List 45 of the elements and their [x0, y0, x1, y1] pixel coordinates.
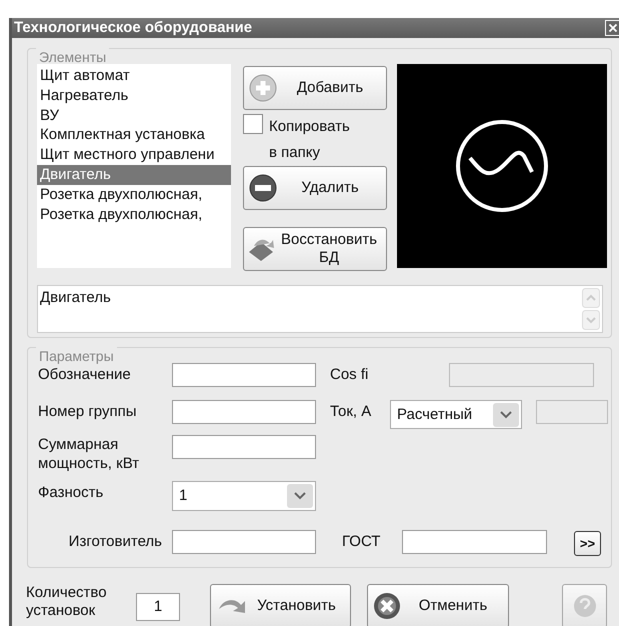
delete-button[interactable]: Удалить [243, 166, 387, 210]
manufacturer-field[interactable] [172, 530, 316, 554]
scroll-up-icon[interactable] [582, 288, 600, 308]
count-label: Количество установок [26, 584, 108, 620]
field-label: Обозначение [38, 365, 132, 384]
phases-dropdown[interactable]: 1 [172, 481, 316, 511]
field-label: Cos fi [329, 365, 370, 384]
cancel-button[interactable]: Отменить [367, 584, 509, 626]
field-label: Номер группы [38, 402, 138, 421]
field-label: Суммарная мощность, кВт [38, 435, 140, 473]
install-button[interactable]: Установить [210, 584, 351, 626]
name-text: Двигатель [39, 288, 112, 308]
restore-button[interactable]: Восстановить БД [243, 227, 387, 271]
close-button[interactable] [605, 20, 619, 36]
elements-listbox[interactable]: Щит автомат Нагреватель ВУ Комплектная установка Щит местного управлени Двигатель Розетка двухполюсная, Розетка двухполюсная, [37, 64, 231, 268]
copy-checkbox[interactable] [243, 114, 263, 134]
field-label: Фазность [38, 483, 104, 502]
list-item[interactable]: Двигатель [37, 164, 231, 185]
field-label: Ток, А [329, 402, 372, 421]
cancel-icon [372, 591, 402, 621]
designation-field[interactable] [172, 363, 316, 387]
field-label: Изготовитель [68, 532, 162, 551]
name-text-area[interactable]: Двигатель [37, 285, 603, 333]
gost-field[interactable] [402, 530, 547, 554]
list-item[interactable]: Щит автомат [37, 66, 231, 86]
list-item[interactable]: Нагреватель [37, 86, 231, 106]
copy-label: Копировать в папку [269, 117, 350, 163]
list-item[interactable]: ВУ [37, 106, 231, 126]
motor-symbol-icon [454, 118, 550, 214]
window-title: Технологическое оборудование [14, 19, 252, 37]
list-item[interactable]: Щит местного управлени [37, 145, 231, 165]
more-button[interactable]: >> [574, 531, 601, 556]
scroll-down-icon[interactable] [582, 310, 600, 330]
list-item[interactable]: Комплектная установка [37, 125, 231, 146]
list-item[interactable]: Розетка двухполюсная, [37, 184, 231, 205]
field-label: ГОСТ [341, 532, 382, 551]
minus-icon [248, 173, 278, 203]
count-field[interactable]: 1 [136, 593, 180, 621]
total-power-field[interactable] [172, 435, 316, 459]
add-button[interactable]: Добавить [243, 66, 387, 110]
current-dropdown[interactable]: Расчетный [390, 400, 522, 429]
plus-icon [248, 73, 278, 103]
group-number-field[interactable] [172, 400, 316, 424]
group-legend: Параметры [36, 347, 117, 365]
list-item[interactable]: Розетка двухполюсная, [37, 204, 231, 224]
